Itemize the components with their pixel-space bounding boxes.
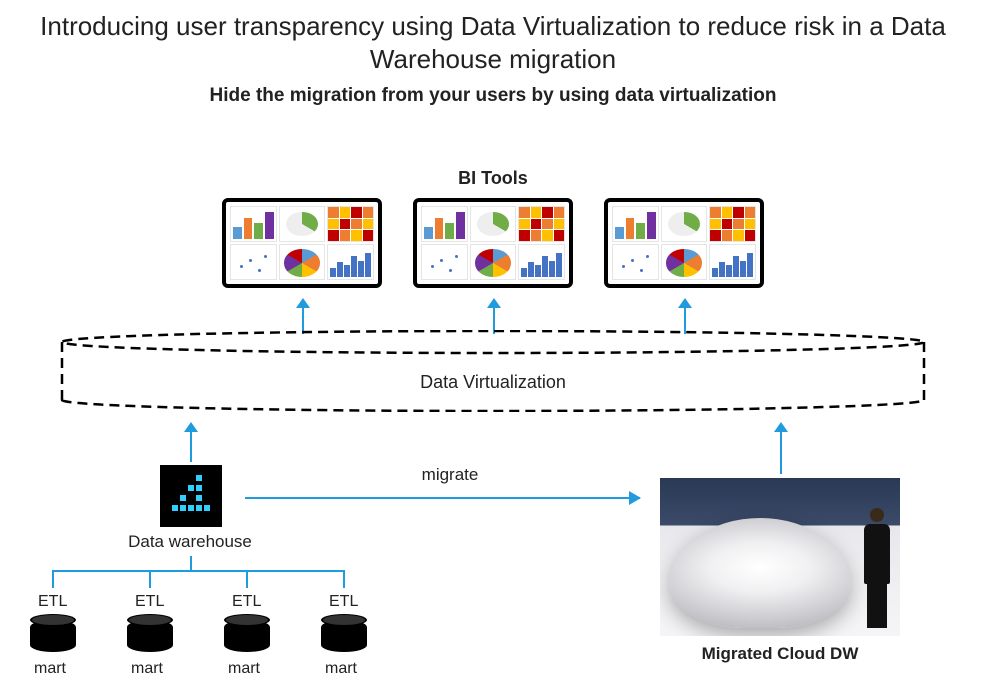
mart-label: mart <box>228 660 260 678</box>
bi-dashboard-2 <box>413 198 573 288</box>
data-mart-icon <box>224 620 270 652</box>
diagram-subtitle: Hide the migration from your users by us… <box>0 85 986 107</box>
data-mart-icon <box>30 620 76 652</box>
bi-dashboard-1 <box>222 198 382 288</box>
arrow-up-icon <box>774 422 788 432</box>
migrate-arrow <box>245 497 640 499</box>
data-warehouse-label: Data warehouse <box>100 532 280 552</box>
arrow-stem <box>190 432 192 462</box>
arrow-up-icon <box>487 298 501 308</box>
etl-label: ETL <box>135 593 164 611</box>
mart-label: mart <box>131 660 163 678</box>
data-mart-icon <box>321 620 367 652</box>
data-warehouse-icon <box>160 465 222 527</box>
data-virtualization-layer <box>60 330 926 412</box>
mart-label: mart <box>325 660 357 678</box>
etl-label: ETL <box>232 593 261 611</box>
etl-label: ETL <box>329 593 358 611</box>
arrow-stem <box>780 432 782 474</box>
diagram-title: Introducing user transparency using Data… <box>0 0 986 75</box>
connector <box>52 570 343 572</box>
mart-label: mart <box>34 660 66 678</box>
arrow-up-icon <box>184 422 198 432</box>
bi-dashboard-3 <box>604 198 764 288</box>
arrow-up-icon <box>678 298 692 308</box>
migrate-label: migrate <box>380 465 520 485</box>
migrated-cloud-dw-image <box>660 478 900 636</box>
connector <box>343 570 345 588</box>
connector <box>190 556 192 570</box>
arrow-up-icon <box>296 298 310 308</box>
connector <box>52 570 54 588</box>
etl-label: ETL <box>38 593 67 611</box>
bi-tools-label: BI Tools <box>0 168 986 189</box>
data-mart-icon <box>127 620 173 652</box>
connector <box>246 570 248 588</box>
migrated-cloud-dw-label: Migrated Cloud DW <box>660 644 900 664</box>
data-virtualization-label: Data Virtualization <box>0 372 986 393</box>
connector <box>149 570 151 588</box>
